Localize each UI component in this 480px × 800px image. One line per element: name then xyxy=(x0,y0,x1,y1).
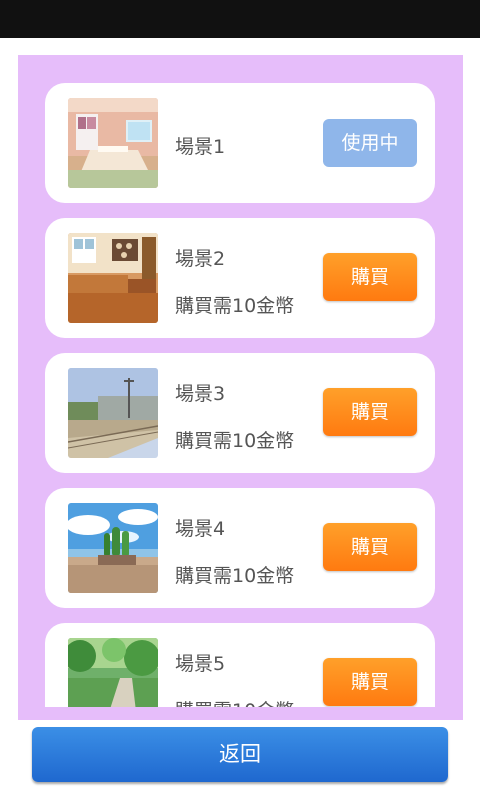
plaza-image xyxy=(68,503,158,593)
status-bar xyxy=(0,0,480,38)
bedroom-image xyxy=(68,98,158,188)
scene-name: 場景2 xyxy=(175,248,226,270)
in-use-button[interactable]: 使用中 xyxy=(323,119,417,167)
scene-card: 場景1 使用中 xyxy=(45,83,435,203)
street-image xyxy=(68,368,158,458)
scene-price: 購買需10金幣 xyxy=(175,696,294,707)
scene-card: 場景5 購買需10金幣 購買 xyxy=(45,623,435,707)
park-image xyxy=(68,638,158,707)
back-button[interactable]: 返回 xyxy=(32,727,448,782)
scene-card: 場景3 購買需10金幣 購買 xyxy=(45,353,435,473)
scene-card: 場景4 購買需10金幣 購買 xyxy=(45,488,435,608)
scene-card: 場景2 購買需10金幣 購買 xyxy=(45,218,435,338)
buy-button[interactable]: 購買 xyxy=(323,388,417,436)
scene-price: 購買需10金幣 xyxy=(175,565,295,587)
scene-list[interactable]: 場景1 使用中 場景2 購買需10金幣 購買 場景3 購買需10金幣 購買 場景… xyxy=(18,55,463,707)
scene-name: 場景1 xyxy=(175,136,226,158)
scene-name: 場景5 xyxy=(175,653,226,675)
scene-price: 購買需10金幣 xyxy=(175,295,295,317)
scene-price: 購買需10金幣 xyxy=(175,430,295,452)
scene-list-panel: 場景1 使用中 場景2 購買需10金幣 購買 場景3 購買需10金幣 購買 場景… xyxy=(18,55,463,720)
scene-name: 場景4 xyxy=(175,518,226,540)
buy-button[interactable]: 購買 xyxy=(323,253,417,301)
scene-name: 場景3 xyxy=(175,383,226,405)
buy-button[interactable]: 購買 xyxy=(323,523,417,571)
buy-button[interactable]: 購買 xyxy=(323,658,417,706)
kitchen-image xyxy=(68,233,158,323)
